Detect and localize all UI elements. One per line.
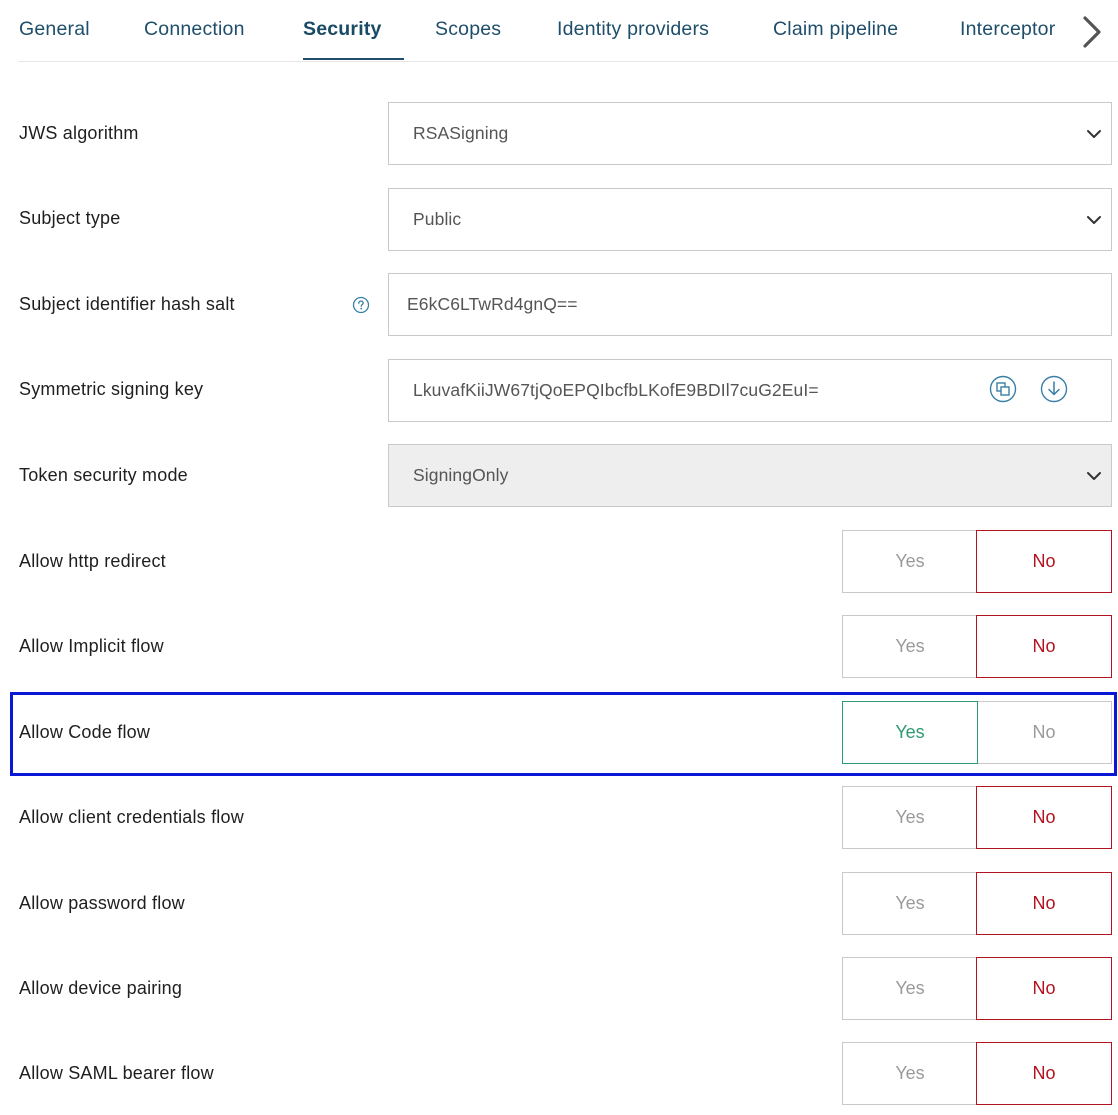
allow-client-credentials-flow-yes-option[interactable]: Yes bbox=[842, 786, 978, 849]
tab-identity-providers[interactable]: Identity providers bbox=[557, 18, 709, 41]
allow-password-flow-label: Allow password flow bbox=[19, 893, 185, 913]
chevron-down-icon bbox=[1087, 130, 1101, 138]
allow-client-credentials-flow-no-option[interactable]: No bbox=[976, 786, 1112, 849]
tab-connection[interactable]: Connection bbox=[144, 18, 245, 41]
hash-salt-value: E6kC6LTwRd4gnQ== bbox=[407, 294, 578, 314]
allow-device-pairing-toggle: Yes No bbox=[842, 957, 1112, 1020]
allow-password-flow-toggle: Yes No bbox=[842, 872, 1112, 935]
hash-salt-input[interactable]: E6kC6LTwRd4gnQ== bbox=[388, 273, 1112, 336]
tab-general[interactable]: General bbox=[19, 18, 90, 41]
tab-scopes[interactable]: Scopes bbox=[435, 18, 501, 41]
allow-device-pairing-label: Allow device pairing bbox=[19, 978, 183, 998]
allow-password-flow-yes-option[interactable]: Yes bbox=[842, 872, 978, 935]
allow-saml-bearer-flow-label: Allow SAML bearer flow bbox=[19, 1063, 214, 1083]
subject-type-value: Public bbox=[413, 209, 462, 229]
chevron-down-icon bbox=[1087, 472, 1101, 480]
allow-implicit-flow-yes-option[interactable]: Yes bbox=[842, 615, 978, 678]
allow-code-flow-toggle: Yes No bbox=[842, 701, 1112, 764]
allow-code-flow-no-option[interactable]: No bbox=[976, 701, 1112, 764]
allow-client-credentials-flow-label: Allow client credentials flow bbox=[19, 807, 244, 827]
signing-key-label: Symmetric signing key bbox=[19, 379, 204, 399]
token-security-mode-value: SigningOnly bbox=[413, 465, 509, 485]
token-security-mode-label: Token security mode bbox=[19, 465, 188, 485]
allow-saml-bearer-flow-yes-option[interactable]: Yes bbox=[842, 1042, 978, 1105]
allow-device-pairing-yes-option[interactable]: Yes bbox=[842, 957, 978, 1020]
allow-http-redirect-label: Allow http redirect bbox=[19, 551, 166, 571]
download-icon[interactable] bbox=[1040, 375, 1068, 403]
question-circle-icon[interactable] bbox=[352, 296, 370, 314]
subject-type-select[interactable]: Public bbox=[388, 188, 1112, 251]
chevron-right-icon[interactable] bbox=[1076, 14, 1108, 50]
tab-interceptor[interactable]: Interceptor bbox=[960, 18, 1055, 41]
allow-implicit-flow-no-option[interactable]: No bbox=[976, 615, 1112, 678]
allow-http-redirect-no-option[interactable]: No bbox=[976, 530, 1112, 593]
tab-claim-pipeline[interactable]: Claim pipeline bbox=[773, 18, 898, 41]
tab-security[interactable]: Security bbox=[303, 18, 382, 41]
allow-password-flow-no-option[interactable]: No bbox=[976, 872, 1112, 935]
allow-http-redirect-yes-option[interactable]: Yes bbox=[842, 530, 978, 593]
subject-type-label: Subject type bbox=[19, 208, 121, 228]
allow-http-redirect-toggle: Yes No bbox=[842, 530, 1112, 593]
allow-client-credentials-flow-toggle: Yes No bbox=[842, 786, 1112, 849]
allow-device-pairing-no-option[interactable]: No bbox=[976, 957, 1112, 1020]
allow-code-flow-label: Allow Code flow bbox=[19, 722, 151, 742]
active-tab-indicator bbox=[303, 58, 404, 60]
allow-saml-bearer-flow-no-option[interactable]: No bbox=[976, 1042, 1112, 1105]
jws-algorithm-label: JWS algorithm bbox=[19, 123, 139, 143]
copy-icon[interactable] bbox=[989, 375, 1017, 403]
allow-implicit-flow-toggle: Yes No bbox=[842, 615, 1112, 678]
signing-key-value: LkuvafKiiJW67tjQoEPQIbcfbLKofE9BDIl7cuG2… bbox=[413, 380, 819, 400]
tab-divider bbox=[18, 61, 1118, 62]
allow-implicit-flow-label: Allow Implicit flow bbox=[19, 636, 164, 656]
allow-saml-bearer-flow-toggle: Yes No bbox=[842, 1042, 1112, 1105]
token-security-mode-select: SigningOnly bbox=[388, 444, 1112, 507]
chevron-down-icon bbox=[1087, 216, 1101, 224]
hash-salt-label: Subject identifier hash salt bbox=[19, 294, 235, 314]
jws-algorithm-select[interactable]: RSASigning bbox=[388, 102, 1112, 165]
jws-algorithm-value: RSASigning bbox=[413, 123, 509, 143]
tab-bar: General Connection Security Scopes Ident… bbox=[0, 0, 1118, 62]
allow-code-flow-yes-option[interactable]: Yes bbox=[842, 701, 978, 764]
